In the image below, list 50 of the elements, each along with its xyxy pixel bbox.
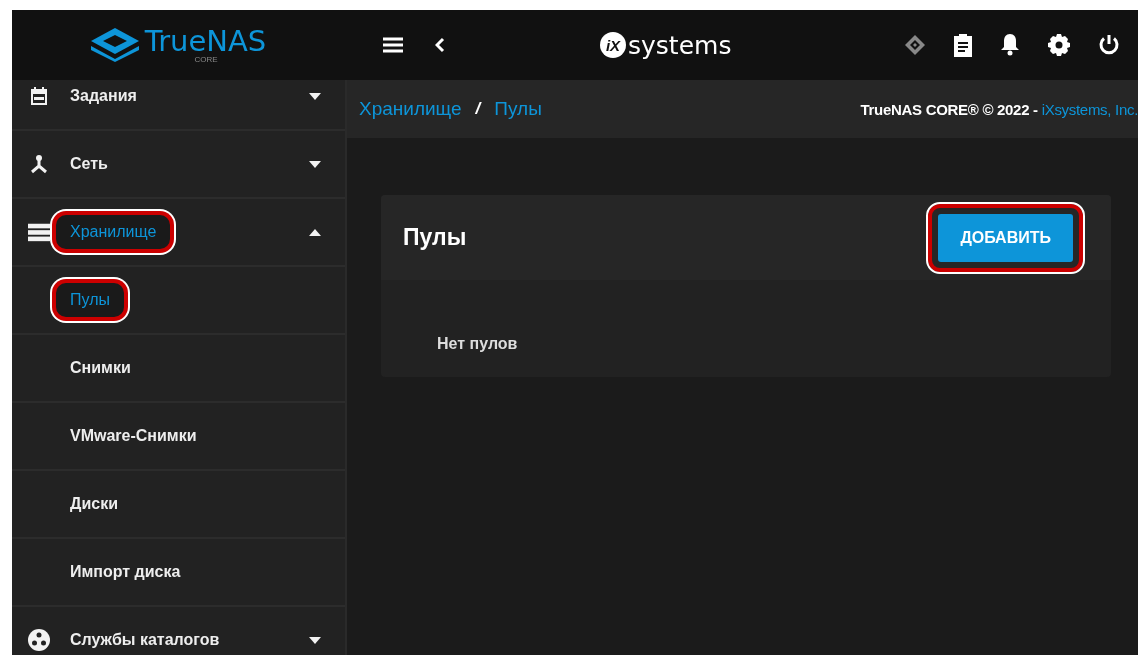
edition-label: CORE [194,55,218,64]
caret-down-icon [309,636,321,644]
item-label: VMware-Снимки [69,426,198,446]
vendor-name: systems [628,30,732,60]
sidebar-subitem[interactable]: Пулы [12,267,345,335]
item-label: Диски [69,494,119,514]
vendor-link[interactable]: iXsystems, Inc. [1041,100,1138,118]
item-label: Задания [69,86,138,106]
menu-icon [383,37,403,53]
sidebar-subitem[interactable]: Импорт диска [12,539,345,607]
network-icon [29,154,49,174]
calendar-icon [29,86,49,106]
clipboard-icon [954,33,972,57]
breadcrumb-separator: / [475,99,481,119]
card-title: Пулы [403,224,467,251]
sidebar-subitem[interactable]: VMware-Снимки [12,403,345,471]
back-button[interactable] [435,37,445,53]
storage-icon [28,222,50,242]
caret-down-icon [309,160,321,168]
layers-button[interactable] [904,34,926,56]
bell-icon [1000,34,1020,56]
settings-button[interactable] [1048,34,1070,56]
breadcrumb-link[interactable]: Пулы [494,98,542,120]
sidebar-item[interactable]: Службы каталогов [12,607,345,655]
sidebar-subitem[interactable]: Снимки [12,335,345,403]
sidebar-item[interactable]: Хранилище [12,199,345,267]
film-reel-icon [28,629,50,651]
clipboard-button[interactable] [954,33,972,57]
notifications-button[interactable] [1000,34,1020,56]
sidebar-item[interactable]: Задания [12,80,345,131]
item-label: Сеть [69,154,109,174]
layers-icon [904,34,926,56]
item-label: Снимки [69,358,132,378]
caret-up-icon [309,228,321,236]
item-label: Службы каталогов [69,630,221,650]
power-button[interactable] [1098,34,1120,56]
sidebar-item[interactable]: Сеть [12,131,345,199]
menu-button[interactable] [383,37,403,53]
breadcrumb-link[interactable]: Хранилище [359,98,462,120]
sidebar-subitem[interactable]: Диски [12,471,345,539]
empty-message: Нет пулов [437,335,518,352]
logo-icon [90,28,139,62]
power-icon [1098,34,1120,56]
item-label: Импорт диска [69,562,182,582]
chevron-left-icon [435,37,445,53]
copyright-text: TrueNAS CORE® © 2022 - iXsystems, Inc. [860,100,1138,118]
caret-down-icon [309,92,321,100]
logo-text: TrueNAS [144,26,267,56]
vendor-mark: iX [600,32,626,58]
settings-icon [1048,34,1070,56]
